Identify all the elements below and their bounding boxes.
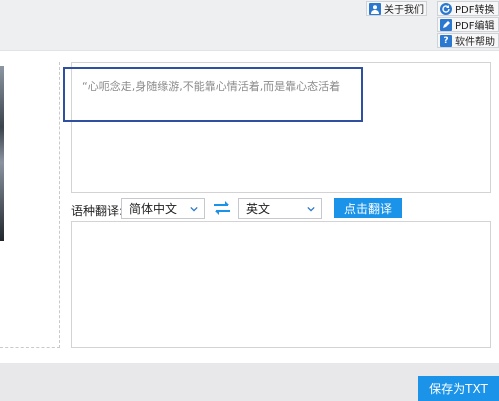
pdf-edit-label: PDF编辑	[455, 21, 495, 32]
image-thumbnail	[0, 66, 4, 241]
about-us-label: 关于我们	[384, 5, 424, 16]
pdf-convert-label: PDF转换	[455, 5, 495, 16]
help-button[interactable]: ? 软件帮助	[437, 33, 499, 48]
chevron-down-icon	[307, 206, 315, 212]
source-language-value: 简体中文	[129, 202, 178, 216]
about-us-button[interactable]: 关于我们	[366, 1, 427, 16]
image-preview-panel	[0, 62, 60, 348]
save-txt-button[interactable]: 保存为TXT	[418, 376, 499, 401]
edit-icon	[440, 18, 452, 31]
language-label: 语种翻译:	[71, 204, 124, 218]
pdf-edit-button[interactable]: PDF编辑	[437, 17, 499, 32]
translation-output-area[interactable]	[71, 221, 491, 348]
swap-languages-icon[interactable]	[211, 199, 233, 217]
translate-button[interactable]: 点击翻译	[334, 198, 402, 218]
pdf-convert-button[interactable]: PDF转换	[437, 1, 499, 16]
source-language-select[interactable]: 简体中文	[121, 198, 205, 219]
user-icon	[369, 2, 381, 15]
target-language-value: 英文	[246, 202, 271, 216]
help-icon: ?	[440, 34, 452, 47]
help-label: 软件帮助	[455, 37, 495, 48]
top-toolbar: 关于我们 PDF转换 PDF编辑 ? 软件帮助	[0, 0, 499, 51]
chevron-down-icon	[190, 206, 198, 212]
target-language-select[interactable]: 英文	[238, 198, 322, 219]
text-selection-highlight	[63, 67, 363, 122]
refresh-icon	[440, 2, 452, 15]
